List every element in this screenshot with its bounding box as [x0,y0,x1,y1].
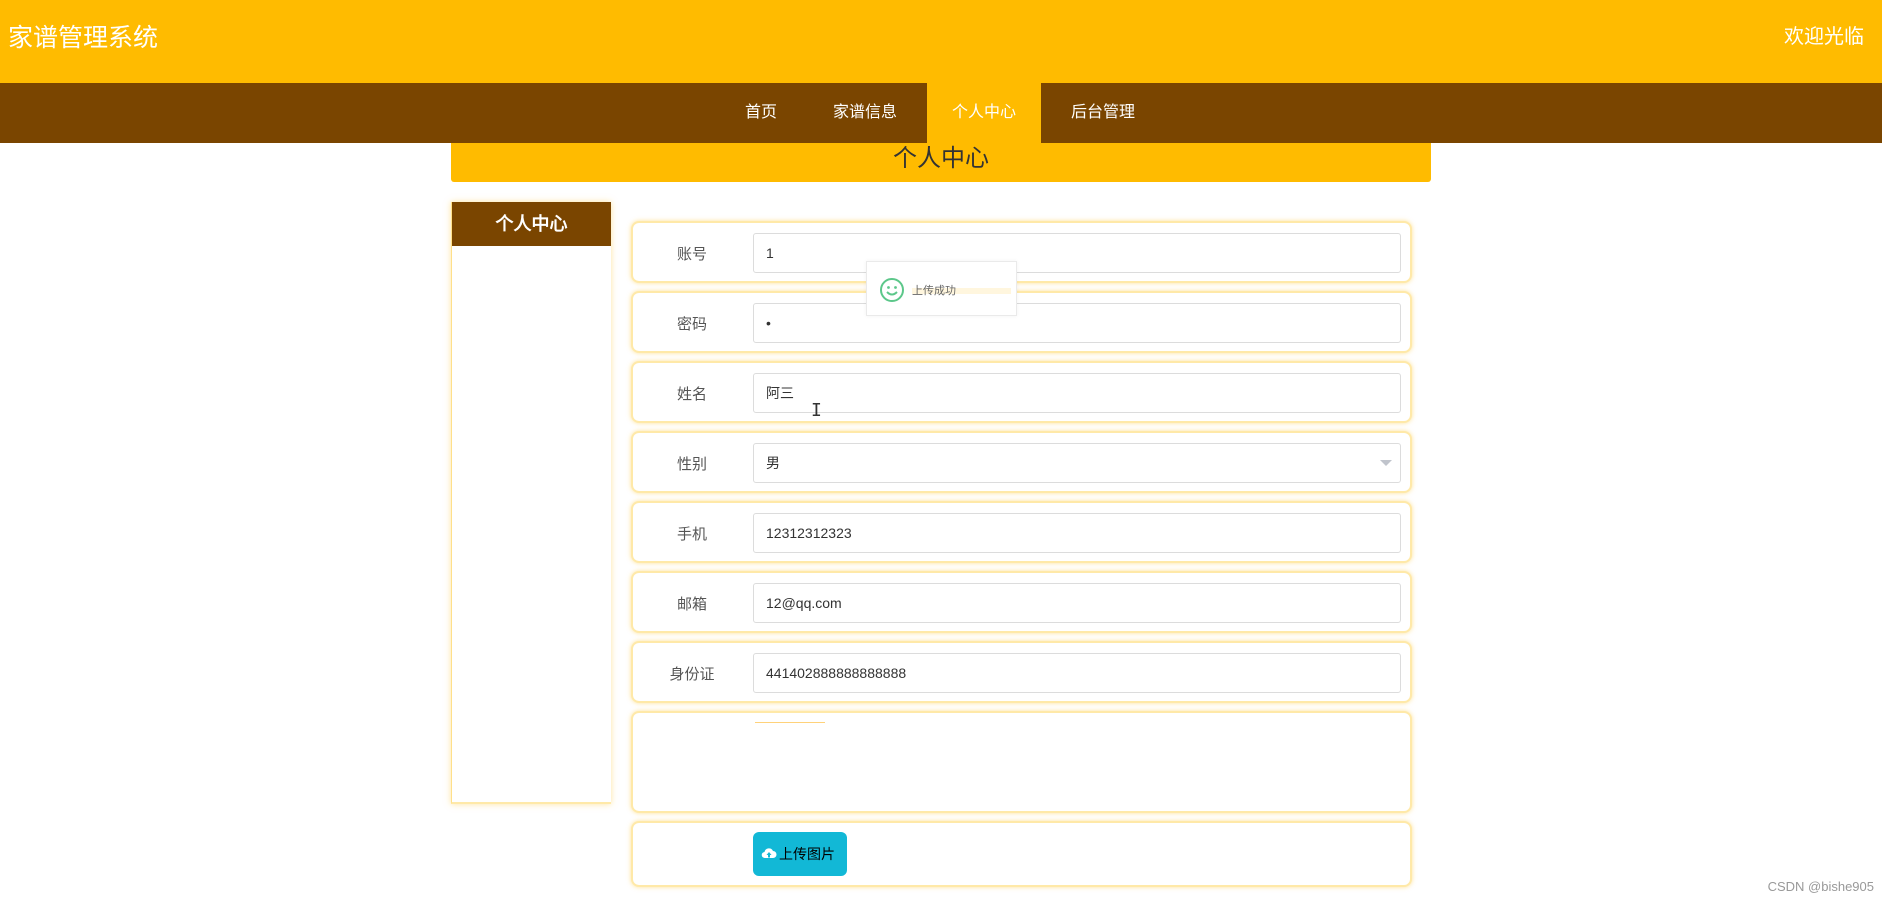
password-label: 密码 [676,316,707,333]
phone-input[interactable]: 12312312323 [753,513,1401,553]
nav-item-genealogy[interactable]: 家谱信息 [818,83,912,143]
top-header: 家谱管理系统 欢迎光临 [0,0,1882,83]
form-row-gender: 性别 男 [631,431,1412,493]
name-label: 姓名 [676,386,707,403]
gender-select[interactable]: 男 [753,443,1401,483]
sidebar: 个人中心 [451,202,611,804]
account-label: 账号 [676,246,707,263]
form-row-password: 密码 • [631,291,1412,353]
form-row-phone: 手机 12312312323 [631,501,1412,563]
phone-label: 手机 [676,526,707,543]
name-input[interactable]: 阿三 [753,373,1401,413]
main-nav: 首页 家谱信息 个人中心 后台管理 [0,83,1882,143]
idcard-input[interactable]: 441402888888888888 [753,653,1401,693]
app-title: 家谱管理系统 [8,24,159,52]
email-label: 邮箱 [676,596,707,613]
upload-image-label: 上传图片 [779,846,835,862]
form-row-email: 邮箱 12@qq.com [631,571,1412,633]
email-input[interactable]: 12@qq.com [753,583,1401,623]
smile-icon [879,277,905,306]
welcome-text: 欢迎光临 [1784,26,1864,48]
password-input[interactable]: • [753,303,1401,343]
nav-item-admin[interactable]: 后台管理 [1056,83,1150,143]
chevron-down-icon [1380,460,1392,466]
cloud-upload-icon [761,833,777,877]
form-row-upload: 上传图片 [631,821,1412,887]
sidebar-item-personal-center[interactable]: 个人中心 [452,202,611,246]
text-cursor-icon: I [811,400,822,421]
nav-item-home[interactable]: 首页 [726,83,796,143]
image-preview [755,722,825,723]
idcard-label: 身份证 [669,666,715,683]
gender-label: 性别 [676,456,707,473]
page-title: 个人中心 [893,144,989,172]
upload-success-toast: 上传成功 [866,261,1017,316]
account-input[interactable]: 1 [753,233,1401,273]
form-row-account: 账号 1 [631,221,1412,283]
form-row-image-preview [631,711,1412,813]
toast-message: 上传成功 [912,285,956,297]
gender-select-value: 男 [766,455,780,471]
form-row-idcard: 身份证 441402888888888888 [631,641,1412,703]
form-row-name: 姓名 阿三 [631,361,1412,423]
upload-image-button[interactable]: 上传图片 [753,832,847,876]
page-title-bar: 个人中心 [451,143,1431,182]
nav-item-personal-center[interactable]: 个人中心 [927,83,1041,143]
watermark: CSDN @bishe905 [1767,879,1874,894]
